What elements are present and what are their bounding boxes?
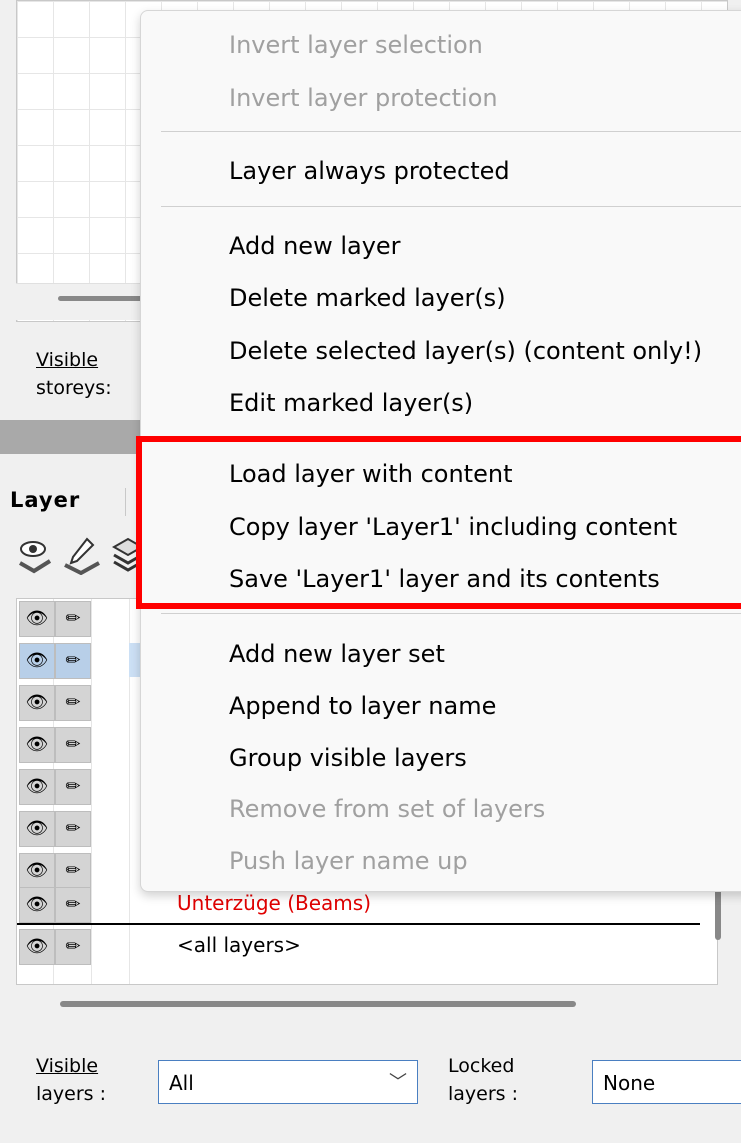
pencil-icon[interactable]: ✏	[55, 853, 91, 889]
locked-layers-label: Locked layers :	[448, 1052, 518, 1108]
visible-layers-label-line2: layers :	[36, 1083, 107, 1105]
eye-icon[interactable]: 👁	[19, 811, 55, 847]
eye-icon[interactable]: 👁	[19, 643, 55, 679]
menu-item-remove-from-set[interactable]: Remove from set of layers	[229, 793, 545, 825]
locked-layers-label-line1: Locked	[448, 1055, 515, 1077]
menu-item-group-visible[interactable]: Group visible layers	[229, 742, 467, 774]
tab-layer[interactable]: Layer	[10, 488, 80, 512]
locked-layers-label-line2: layers :	[448, 1083, 519, 1105]
visible-layers-value: All	[169, 1071, 194, 1095]
pencil-icon[interactable]: ✏	[55, 727, 91, 763]
menu-item-append-name[interactable]: Append to layer name	[229, 690, 496, 722]
menu-separator	[161, 206, 741, 207]
pencil-icon[interactable]: ✏	[55, 811, 91, 847]
eye-icon[interactable]: 👁	[19, 685, 55, 721]
pencil-icon[interactable]: ✏	[55, 643, 91, 679]
menu-item-push-name-up[interactable]: Push layer name up	[229, 845, 468, 877]
menu-item-layer-always-protected[interactable]: Layer always protected	[229, 155, 510, 187]
eye-icon[interactable]: 👁	[19, 727, 55, 763]
layer-list-horizontal-scroll-thumb[interactable]	[60, 1001, 576, 1007]
highlight-annotation-box	[136, 436, 741, 609]
menu-separator	[161, 613, 741, 614]
eye-icon[interactable]: 👁	[19, 769, 55, 805]
visible-storeys-label: Visible storeys:	[36, 346, 112, 402]
menu-separator	[161, 131, 741, 132]
eye-icon[interactable]: 👁	[19, 601, 55, 637]
locked-layers-value: None	[603, 1071, 656, 1095]
layer-row-name: Unterzüge (Beams)	[177, 891, 372, 915]
visible-layers-label-line1: Visible	[36, 1055, 99, 1077]
locked-layers-dropdown[interactable]: None	[592, 1060, 741, 1104]
menu-item-delete-marked[interactable]: Delete marked layer(s)	[229, 282, 506, 314]
menu-item-add-new-layer[interactable]: Add new layer	[229, 230, 401, 262]
eye-icon[interactable]: 👁	[19, 887, 55, 923]
pencil-icon[interactable]: ✏	[55, 769, 91, 805]
menu-item-invert-protection[interactable]: Invert layer protection	[229, 82, 498, 114]
pencil-icon[interactable]: ✏	[55, 685, 91, 721]
visible-layers-dropdown[interactable]: All ﹀	[158, 1060, 418, 1104]
protection-tool-icon[interactable]	[63, 535, 101, 576]
menu-item-edit-marked[interactable]: Edit marked layer(s)	[229, 387, 473, 419]
pencil-icon[interactable]: ✏	[55, 601, 91, 637]
visibility-tool-icon[interactable]	[16, 535, 54, 575]
menu-item-add-layer-set[interactable]: Add new layer set	[229, 638, 445, 670]
eye-icon[interactable]: 👁	[19, 853, 55, 889]
layer-row-all-layers[interactable]: 👁 ✏ <all layers>	[17, 927, 700, 965]
pencil-icon[interactable]: ✏	[55, 929, 91, 965]
layer-toolbar	[16, 535, 152, 585]
menu-item-invert-selection[interactable]: Invert layer selection	[229, 29, 483, 61]
visible-layers-label: Visible layers :	[36, 1052, 106, 1108]
chevron-down-icon[interactable]: ﹀	[389, 1061, 407, 1105]
layer-row-name: <all layers>	[177, 933, 301, 957]
eye-icon[interactable]: 👁	[19, 929, 55, 965]
visible-storeys-label-line2: storeys:	[36, 377, 112, 399]
menu-item-delete-selected[interactable]: Delete selected layer(s) (content only!)	[229, 335, 702, 367]
visible-storeys-label-line1: Visible	[36, 349, 99, 371]
pencil-icon[interactable]: ✏	[55, 887, 91, 923]
